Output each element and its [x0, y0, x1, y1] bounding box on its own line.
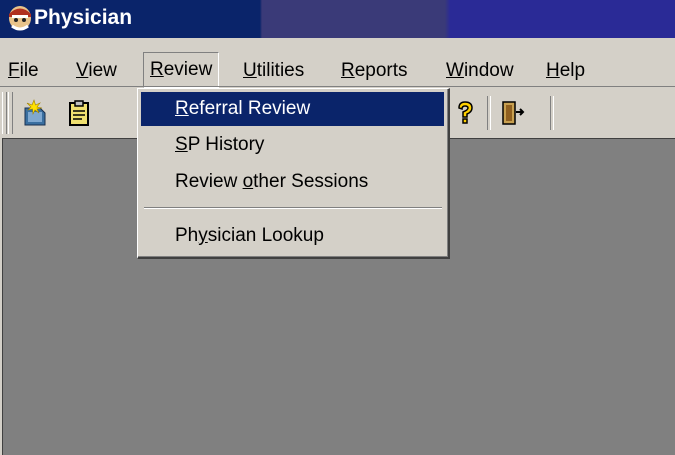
exit-door-icon[interactable]	[497, 98, 527, 128]
menu-item-review-other-sessions[interactable]: Review other Sessions	[141, 165, 444, 199]
toolbar-separator-end	[550, 96, 554, 130]
menu-view[interactable]: View	[76, 58, 117, 84]
menu-item-referral-review[interactable]: Referral Review	[141, 92, 444, 126]
toolbar-grip-secondary[interactable]	[8, 92, 13, 134]
help-icon[interactable]	[450, 98, 480, 128]
menu-utilities[interactable]: Utilities	[243, 58, 304, 84]
toolbar-grip[interactable]	[2, 92, 7, 134]
menu-item-sp-history[interactable]: SP History	[141, 128, 444, 162]
menu-file[interactable]: File	[8, 58, 39, 84]
menu-window[interactable]: Window	[446, 58, 514, 84]
new-file-icon[interactable]	[20, 98, 50, 128]
window-title: Physician	[34, 6, 133, 29]
menu-help[interactable]: Help	[546, 58, 585, 84]
menu-reports[interactable]: Reports	[341, 58, 408, 84]
menu-separator	[144, 207, 442, 209]
menu-bar: File View Review Utilities Reports Windo…	[0, 38, 675, 88]
menu-review[interactable]: Review	[143, 52, 220, 88]
title-bar: Physician	[0, 0, 675, 38]
menu-item-physician-lookup[interactable]: Physician Lookup	[141, 219, 444, 253]
review-dropdown-menu: Referral Review SP History Review other …	[137, 88, 450, 259]
physician-app-icon	[9, 6, 31, 31]
toolbar-separator	[487, 96, 491, 130]
clipboard-icon[interactable]	[64, 98, 94, 128]
